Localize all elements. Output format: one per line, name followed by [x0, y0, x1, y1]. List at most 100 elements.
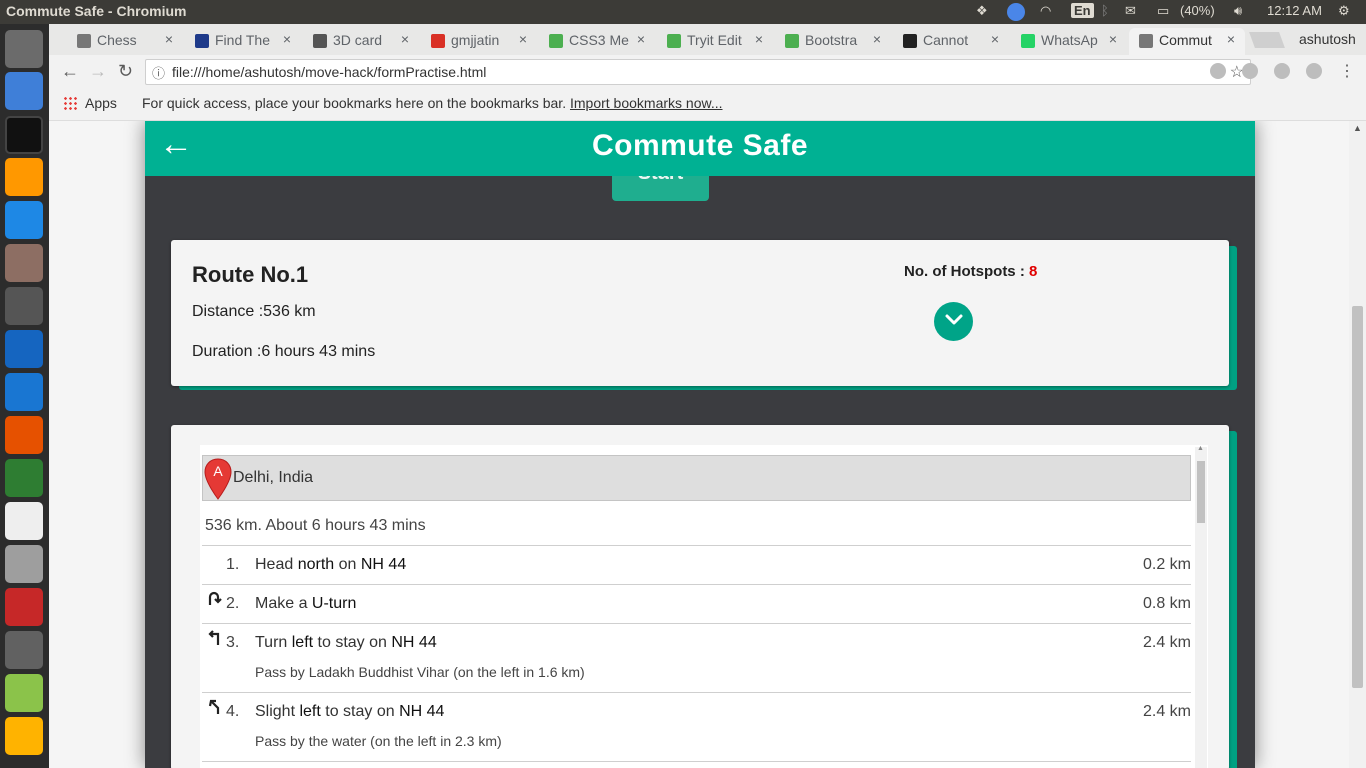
extension-icon[interactable] — [1242, 63, 1258, 79]
tab-8[interactable]: Cannot × — [893, 28, 1009, 55]
tab-7[interactable]: Bootstra × — [775, 28, 891, 55]
scroll-up-icon[interactable]: ▲ — [1197, 445, 1204, 452]
step-text: Turn — [255, 634, 292, 651]
close-tab-icon[interactable]: × — [1227, 31, 1235, 47]
vscode-icon[interactable] — [5, 201, 43, 239]
tab-3[interactable]: 3D card × — [303, 28, 419, 55]
direction-step[interactable] — [202, 761, 1191, 768]
menu-icon[interactable]: ⋮ — [1339, 61, 1355, 81]
new-tab-button[interactable] — [1249, 32, 1285, 48]
whatsapp-icon — [1021, 34, 1035, 48]
tab-1[interactable]: Chess × — [67, 28, 183, 55]
video-editor-icon[interactable] — [5, 287, 43, 325]
volume-icon[interactable]: 🔊︎ — [1234, 3, 1242, 19]
tab-label: gmjjatin — [451, 32, 500, 48]
extension-icon[interactable] — [1306, 63, 1322, 79]
page-scrollbar[interactable]: ▲ — [1349, 121, 1366, 768]
tab-6[interactable]: Tryit Edit × — [657, 28, 773, 55]
settings-icon[interactable] — [5, 631, 43, 669]
tab-5[interactable]: CSS3 Me × — [539, 28, 655, 55]
close-tab-icon[interactable]: × — [991, 31, 999, 47]
step-number: 4. — [226, 703, 240, 720]
info-icon[interactable]: ⓘ — [152, 63, 165, 82]
w3schools-icon — [549, 34, 563, 48]
tab-2[interactable]: Find The × — [185, 28, 301, 55]
chromium-launcher-icon[interactable] — [5, 72, 43, 110]
url-text: file:///home/ashutosh/move-hack/formPrac… — [172, 64, 487, 80]
direction-step[interactable]: 1. Head north on NH 44 0.2 km — [202, 545, 1191, 584]
bookmarks-hint: For quick access, place your bookmarks h… — [142, 95, 723, 111]
close-tab-icon[interactable]: × — [637, 31, 645, 47]
reload-icon[interactable]: ↻ — [118, 61, 133, 82]
tab-label: Tryit Edit — [687, 32, 742, 48]
bluetooth-icon[interactable]: ᛒ — [1101, 3, 1109, 18]
import-bookmarks-link[interactable]: Import bookmarks now... — [570, 95, 723, 111]
extension-icon[interactable] — [1210, 63, 1226, 79]
window-title: Commute Safe - Chromium — [6, 3, 187, 19]
power-icon[interactable]: ⚙ — [1338, 3, 1350, 19]
xterm-icon[interactable] — [5, 116, 43, 154]
battery-icon[interactable]: ▭ — [1157, 3, 1169, 19]
app-container: Start ← Commute Safe Route No.1 Distance… — [145, 121, 1255, 768]
virtualbox-icon[interactable] — [5, 330, 43, 368]
keyboard-language[interactable]: En — [1071, 3, 1094, 18]
tab-label: Find The — [215, 32, 270, 48]
text-editor-icon[interactable] — [5, 545, 43, 583]
calc-icon[interactable] — [5, 459, 43, 497]
close-tab-icon[interactable]: × — [873, 31, 881, 47]
tab-10[interactable]: Commut × — [1129, 28, 1245, 55]
expand-button[interactable] — [934, 302, 973, 341]
close-tab-icon[interactable]: × — [1109, 31, 1117, 47]
sublime-text-icon[interactable] — [5, 158, 43, 196]
chromium-indicator-icon[interactable] — [1007, 3, 1025, 21]
extension-icon[interactable] — [1274, 63, 1290, 79]
step-number: 1. — [226, 556, 240, 573]
direction-step[interactable]: 4. Slight left to stay on NH 44 2.4 km Pass… — [202, 692, 1191, 761]
w3schools-icon — [667, 34, 681, 48]
scroll-thumb[interactable] — [1197, 461, 1205, 523]
route-card[interactable]: Route No.1 Distance :536 km Duration :6 … — [171, 240, 1229, 386]
mail-icon[interactable]: ✉ — [1125, 3, 1136, 19]
forward-icon[interactable]: → — [89, 61, 107, 82]
clock[interactable]: 12:12 AM — [1267, 3, 1322, 18]
route-duration: Duration :6 hours 43 mins — [192, 343, 376, 360]
tab-label: CSS3 Me — [569, 32, 629, 48]
direction-step[interactable]: 3. Turn left to stay on NH 44 2.4 km Pass b… — [202, 623, 1191, 692]
address-bar[interactable]: ⓘ file:///home/ashutosh/move-hack/formPr… — [145, 59, 1251, 85]
tab-label: Chess — [97, 32, 137, 48]
filezilla-icon[interactable] — [5, 588, 43, 626]
close-tab-icon[interactable]: × — [401, 31, 409, 47]
impress-icon[interactable] — [5, 416, 43, 454]
tab-4[interactable]: gmjjatin × — [421, 28, 537, 55]
tab-9[interactable]: WhatsAp × — [1011, 28, 1127, 55]
writer-icon[interactable] — [5, 373, 43, 411]
directions-scrollbar[interactable]: ▲ — [1195, 445, 1207, 768]
wifi-icon[interactable]: ◠ — [1040, 3, 1051, 19]
close-tab-icon[interactable]: × — [283, 31, 291, 47]
apps-shortcut[interactable]: Apps — [63, 95, 117, 111]
drawing-icon[interactable] — [5, 502, 43, 540]
gmail-icon — [431, 34, 445, 48]
app-header: ← Commute Safe — [145, 121, 1255, 176]
back-icon[interactable]: ← — [61, 61, 79, 82]
dash-icon[interactable] — [5, 30, 43, 68]
page-icon — [1139, 34, 1153, 48]
dropbox-icon[interactable]: ❖ — [976, 3, 988, 19]
directions-panel[interactable]: A Delhi, India 536 km. About 6 hours 43 … — [200, 445, 1208, 768]
tab-label: Bootstra — [805, 32, 858, 48]
close-tab-icon[interactable]: × — [165, 31, 173, 47]
profile-name[interactable]: ashutosh — [1299, 31, 1356, 47]
w3schools-icon — [785, 34, 799, 48]
file-cabinet-icon[interactable] — [5, 244, 43, 282]
disk-icon[interactable] — [5, 674, 43, 712]
close-tab-icon[interactable]: × — [755, 31, 763, 47]
scroll-up-icon[interactable]: ▲ — [1353, 123, 1362, 133]
amazon-icon[interactable] — [5, 717, 43, 755]
origin-marker-letter: A — [213, 463, 223, 479]
direction-step[interactable]: 2. Make a U-turn 0.8 km — [202, 584, 1191, 623]
start-button[interactable]: Start — [612, 176, 709, 201]
battery-percent: (40%) — [1180, 3, 1215, 18]
origin-row[interactable]: A Delhi, India — [202, 455, 1191, 501]
page-scroll-thumb[interactable] — [1352, 306, 1363, 688]
close-tab-icon[interactable]: × — [519, 31, 527, 47]
